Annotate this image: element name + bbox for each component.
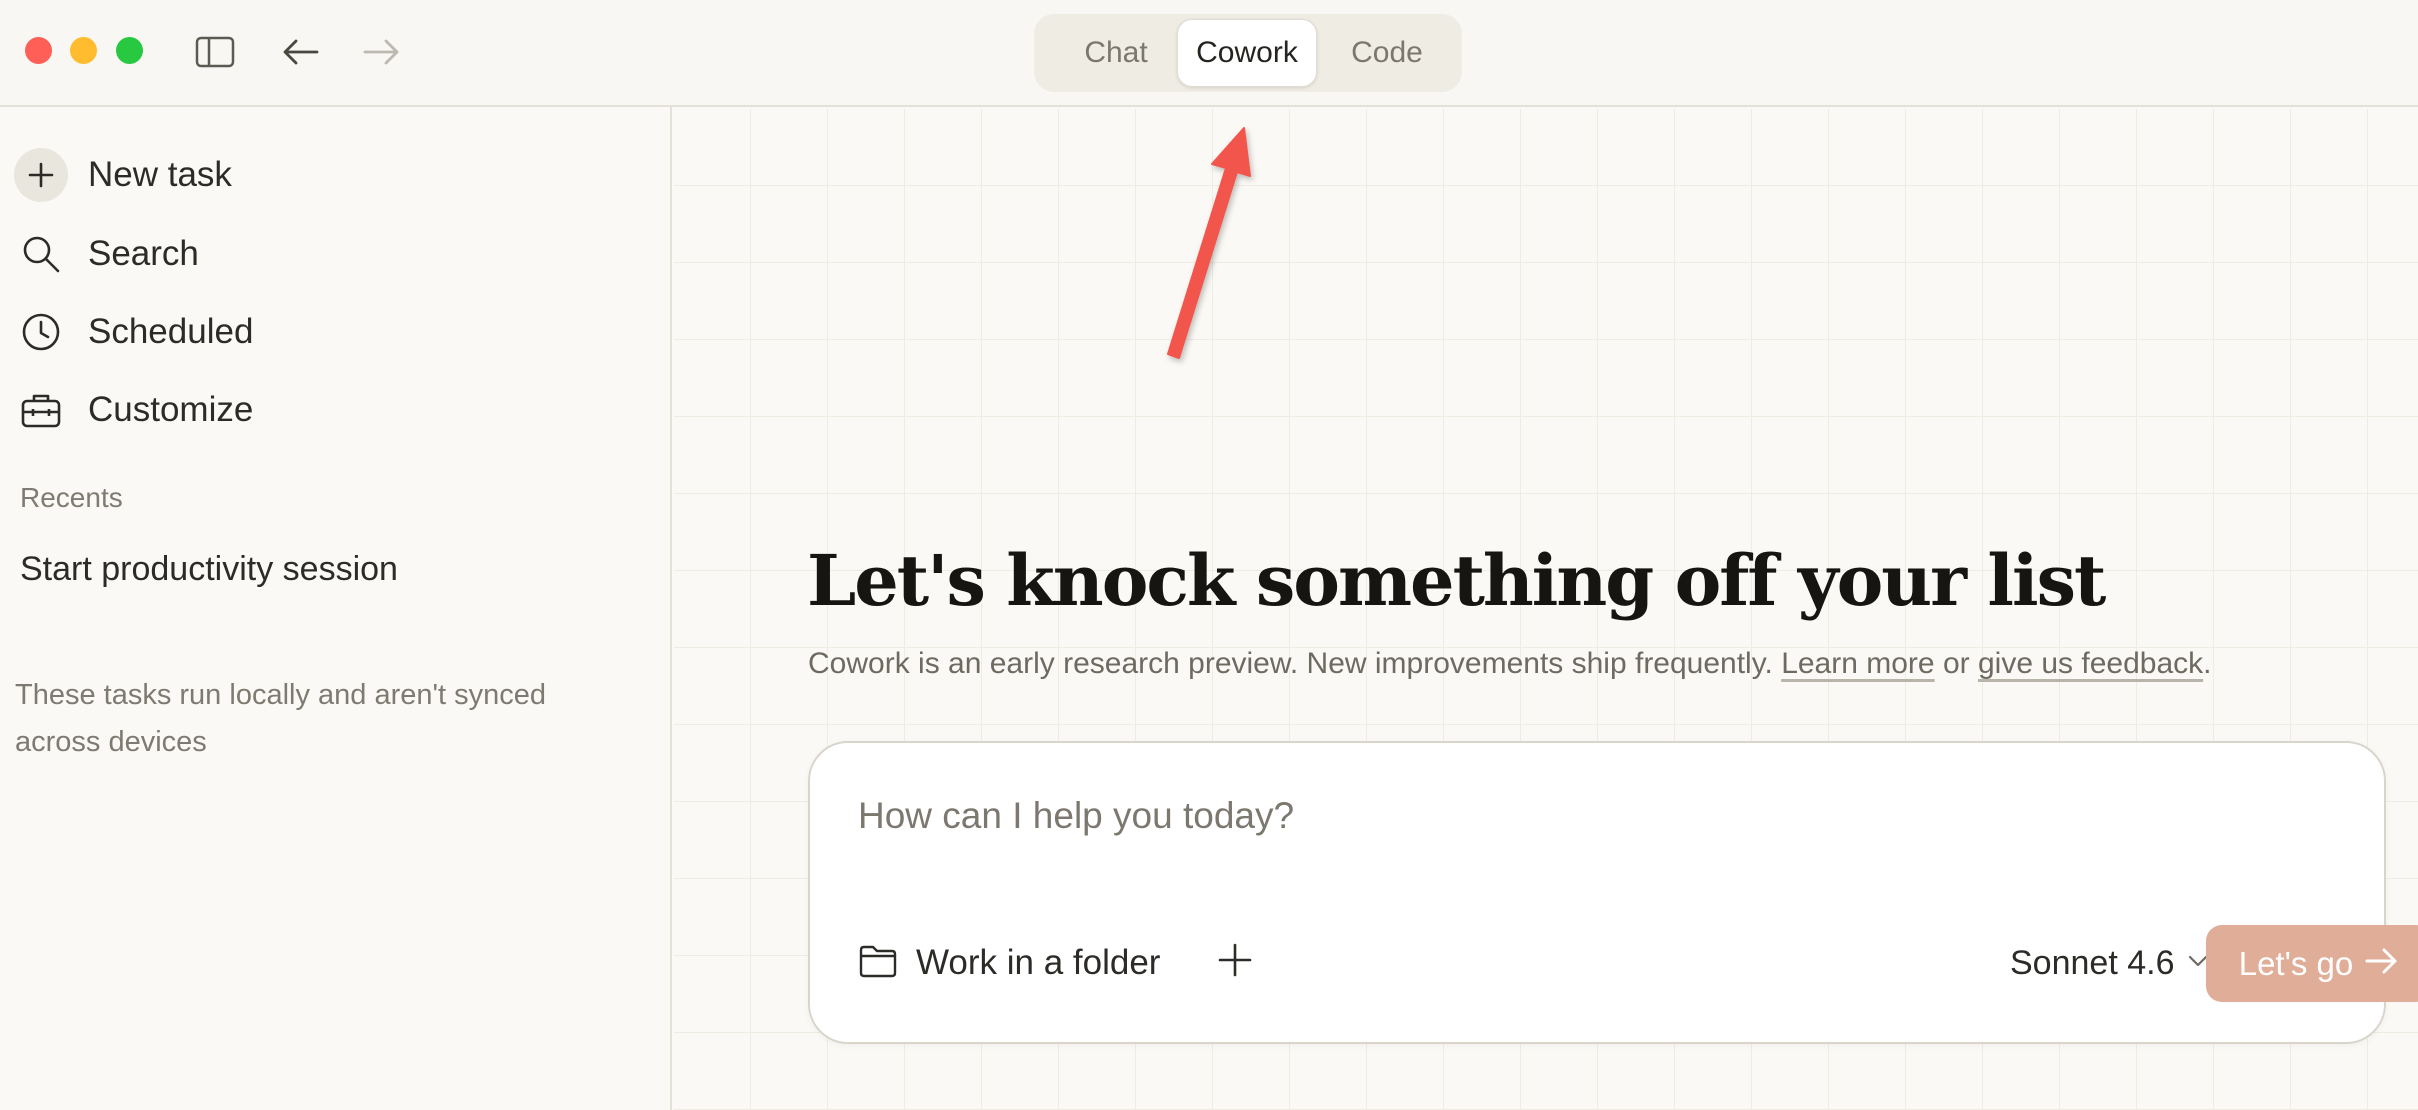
minimize-window-button[interactable] [70,37,97,64]
folder-icon [858,944,898,983]
sidebar-item-customize[interactable]: Customize [14,380,614,440]
learn-more-link[interactable]: Learn more [1781,647,1934,680]
clock-icon [14,305,68,359]
recents-heading: Recents [20,482,123,513]
title-bar: Chat Cowork Code [0,0,2418,107]
period-text: . [2203,647,2212,680]
sidebar-item-new-task[interactable]: New task [14,145,614,205]
tab-cowork[interactable]: Cowork [1177,19,1317,87]
toolbox-icon [14,383,68,437]
sidebar-item-label: Scheduled [88,312,254,351]
sidebar-note: These tasks run locally and aren't synce… [15,679,547,758]
feedback-link[interactable]: give us feedback [1978,647,2203,680]
model-selector[interactable]: Sonnet 4.6 [2010,933,2208,993]
work-in-folder-button[interactable]: Work in a folder [850,933,1168,993]
chevron-down-icon [2174,954,2208,973]
prompt-composer: Work in a folder Sonnet 4.6 Let's go [808,741,2418,1044]
add-attachment-button[interactable] [1210,937,1260,987]
main-content: Let's knock something off your list Cowo… [674,109,2418,1110]
sidebar-toggle-icon[interactable] [193,30,237,74]
close-window-button[interactable] [25,37,52,64]
arrow-right-icon [2353,945,2399,983]
search-icon [14,227,68,281]
lets-go-button[interactable]: Let's go [2206,925,2418,1002]
sidebar-item-label: New task [88,155,232,194]
tab-code[interactable]: Code [1317,19,1457,87]
sidebar-item-search[interactable]: Search [14,224,614,284]
prompt-input[interactable] [858,791,2258,841]
intro-description: Cowork is an early research preview. New… [808,647,1773,680]
sidebar-item-label: Customize [88,390,254,429]
zoom-window-button[interactable] [116,37,143,64]
plus-icon [14,148,68,202]
lets-go-label: Let's go [2238,944,2354,982]
recent-task-item[interactable]: Start productivity session [20,550,398,589]
model-name: Sonnet 4.6 [2010,943,2175,982]
sidebar-item-scheduled[interactable]: Scheduled [14,302,614,362]
page-title: Let's knock something off your list [807,539,2106,622]
intro-text: Cowork is an early research preview. New… [808,647,2211,681]
sidebar: New task Search Scheduled Customize Rece… [0,107,672,1110]
mode-switcher: Chat Cowork Code [1034,14,1462,92]
forward-arrow-icon[interactable] [360,30,404,74]
back-arrow-icon[interactable] [278,30,322,74]
work-in-folder-label: Work in a folder [916,943,1161,982]
sidebar-item-label: Search [88,234,199,273]
plus-icon [1217,942,1253,983]
or-text: or [1942,647,1970,680]
tab-chat[interactable]: Chat [1046,19,1186,87]
